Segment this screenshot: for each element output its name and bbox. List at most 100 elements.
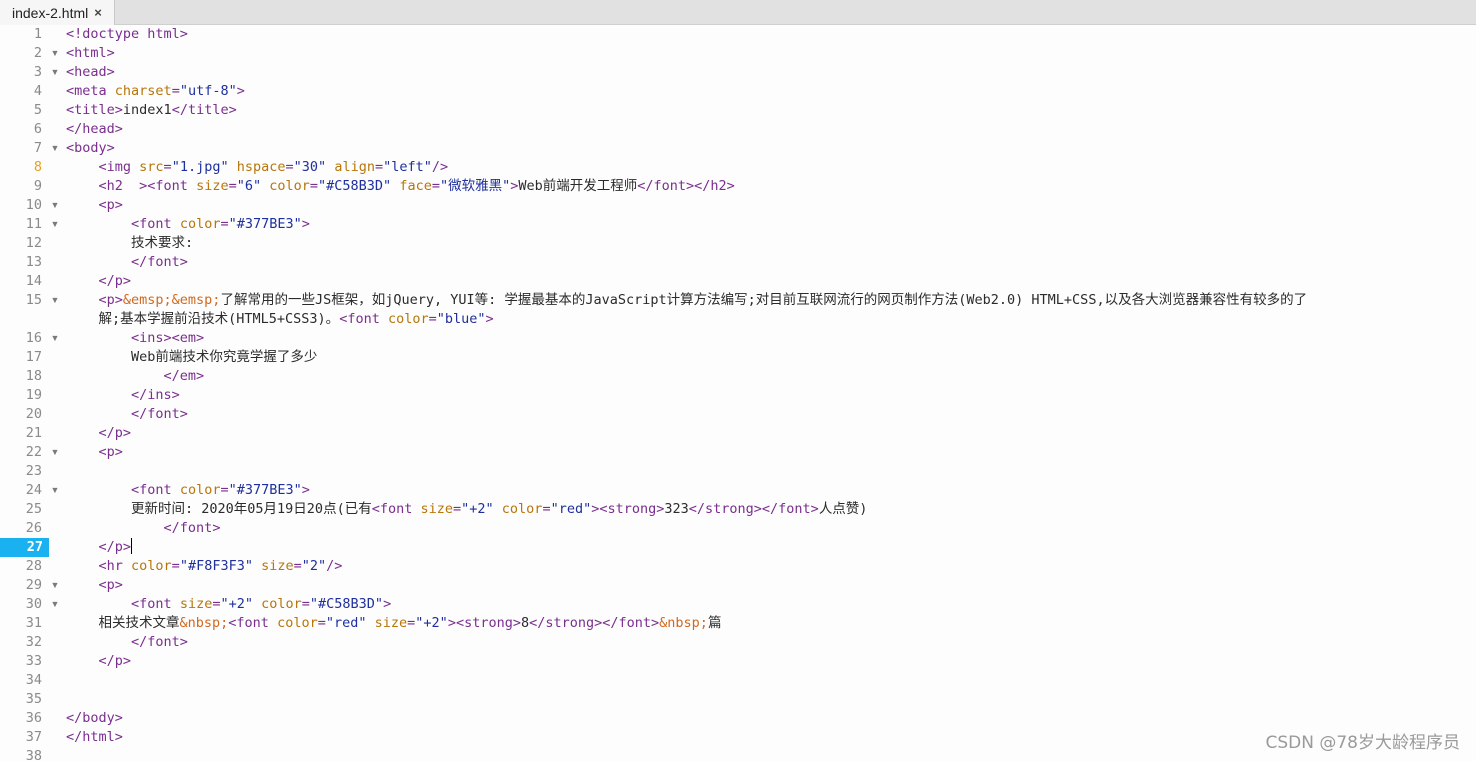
code-token: color xyxy=(179,216,221,232)
triangle-down-icon[interactable]: ▼ xyxy=(49,576,61,595)
tab-index-2[interactable]: index-2.html × xyxy=(0,0,115,25)
code-line[interactable]: 7 ▼ <body> xyxy=(0,139,1476,158)
line-number: 20 xyxy=(25,406,42,422)
code-line[interactable]: 14 </p> xyxy=(0,272,1476,291)
code-token: = xyxy=(453,501,462,517)
code-token: color xyxy=(261,596,302,612)
code-token: </title> xyxy=(171,102,237,118)
code-token: = xyxy=(171,558,180,574)
code-token: "blue" xyxy=(436,311,486,327)
code-line[interactable]: 28 <hr color="#F8F3F3" size="2"/> xyxy=(0,557,1476,576)
code-line[interactable]: 12 技术要求: xyxy=(0,234,1476,253)
code-token: size xyxy=(196,178,229,194)
code-line[interactable]: 37 </html> xyxy=(0,728,1476,747)
code-line[interactable]: 10 ▼ <p> xyxy=(0,196,1476,215)
code-line[interactable]: 23 xyxy=(0,462,1476,481)
code-line[interactable]: 25 更新时间: 2020年05月19日20点(已有<font size="+2… xyxy=(0,500,1476,519)
code-token: size xyxy=(261,558,294,574)
code-token: "red" xyxy=(325,615,367,631)
line-number: 17 xyxy=(25,349,42,365)
code-text: <img src="1.jpg" hspace="30" align="left… xyxy=(66,158,449,177)
code-line[interactable]: 5 <title>index1</title> xyxy=(0,101,1476,120)
code-token: > xyxy=(383,596,392,612)
code-line[interactable]: 11 ▼ <font color="#377BE3"> xyxy=(0,215,1476,234)
code-line[interactable]: 32 </font> xyxy=(0,633,1476,652)
close-icon[interactable]: × xyxy=(94,5,102,20)
code-text: 更新时间: 2020年05月19日20点(已有<font size="+2" c… xyxy=(66,500,867,519)
code-token: 技术要求: xyxy=(131,235,194,251)
triangle-down-icon[interactable]: ▼ xyxy=(49,291,61,310)
code-token: > xyxy=(301,482,310,498)
code-token: size xyxy=(374,615,408,631)
code-line[interactable]: 21 </p> xyxy=(0,424,1476,443)
triangle-down-icon[interactable]: ▼ xyxy=(49,44,61,63)
triangle-down-icon[interactable]: ▼ xyxy=(49,196,61,215)
code-token: "#377BE3" xyxy=(228,216,302,232)
triangle-down-icon[interactable]: ▼ xyxy=(49,139,61,158)
code-editor[interactable]: 1 <!doctype html> 2 ▼ <html> 3 ▼ <head> 4 <meta c… xyxy=(0,25,1476,761)
code-line[interactable]: 30 ▼ <font size="+2" color="#C58B3D"> xyxy=(0,595,1476,614)
code-line[interactable]: 26 </font> xyxy=(0,519,1476,538)
code-line[interactable]: 18 </em> xyxy=(0,367,1476,386)
code-token: &nbsp; xyxy=(179,615,229,631)
code-text: </p> xyxy=(66,424,132,443)
code-line[interactable]: 33 </p> xyxy=(0,652,1476,671)
code-token: ><strong> xyxy=(591,501,665,517)
code-line[interactable]: 38 xyxy=(0,747,1476,761)
code-line[interactable]: 19 </ins> xyxy=(0,386,1476,405)
code-line[interactable]: 31 相关技术文章&nbsp;<font color="red" size="+… xyxy=(0,614,1476,633)
triangle-down-icon[interactable]: ▼ xyxy=(49,329,61,348)
code-text: </font> xyxy=(66,253,188,272)
code-line[interactable]: 4 <meta charset="utf-8"> xyxy=(0,82,1476,101)
code-line[interactable]: 13 </font> xyxy=(0,253,1476,272)
triangle-down-icon[interactable]: ▼ xyxy=(49,215,61,234)
code-text: <title>index1</title> xyxy=(66,101,237,120)
code-token: </em> xyxy=(163,368,205,384)
code-token: color xyxy=(277,615,318,631)
code-text: <font color="#377BE3"> xyxy=(66,215,310,234)
code-line[interactable]: 8 <img src="1.jpg" hspace="30" align="le… xyxy=(0,158,1476,177)
line-number: 13 xyxy=(25,254,42,270)
code-token: <hr xyxy=(98,558,132,574)
code-token: = xyxy=(293,558,302,574)
code-line[interactable]: 17 Web前端技术你究竟学握了多少 xyxy=(0,348,1476,367)
code-token: </strong></font> xyxy=(529,615,660,631)
code-token: "+2" xyxy=(415,615,448,631)
code-token: "30" xyxy=(293,159,327,175)
code-line[interactable]: 24 ▼ <font color="#377BE3"> xyxy=(0,481,1476,500)
line-number: 26 xyxy=(25,520,42,536)
line-number xyxy=(0,310,44,329)
code-token: color xyxy=(269,178,310,194)
triangle-down-icon[interactable]: ▼ xyxy=(49,63,61,82)
code-line[interactable]: 35 xyxy=(0,690,1476,709)
code-line[interactable]: 29 ▼ <p> xyxy=(0,576,1476,595)
code-line[interactable]: 20 </font> xyxy=(0,405,1476,424)
code-token: 了解常用的一些JS框架，如jQuery, YUI等: 学握最基本的JavaScr… xyxy=(220,292,1308,308)
code-line[interactable]: 15 ▼ <p>&emsp;&emsp;了解常用的一些JS框架，如jQuery, … xyxy=(0,291,1476,310)
code-line[interactable]: 16 ▼ <ins><em> xyxy=(0,329,1476,348)
code-token: color xyxy=(131,558,172,574)
code-line[interactable]: 9 <h2 ><font size="6" color="#C58B3D" fa… xyxy=(0,177,1476,196)
code-text: <html> xyxy=(66,44,115,63)
triangle-down-icon[interactable]: ▼ xyxy=(49,443,61,462)
code-line[interactable]: 1 <!doctype html> xyxy=(0,25,1476,44)
code-line[interactable]: 36 </body> xyxy=(0,709,1476,728)
triangle-down-icon[interactable]: ▼ xyxy=(49,595,61,614)
code-token: <title> xyxy=(66,102,123,118)
code-token: <ins><em> xyxy=(131,330,205,346)
code-line[interactable]: 解;基本学握前沿技术(HTML5+CSS3)。<font color="blue… xyxy=(0,310,1476,329)
code-line[interactable]: 6 </head> xyxy=(0,120,1476,139)
line-number: 22 xyxy=(25,444,42,460)
code-text: <!doctype html> xyxy=(66,25,188,44)
code-token: <font xyxy=(131,596,180,612)
code-line[interactable]: 34 xyxy=(0,671,1476,690)
tab-title: index-2.html xyxy=(12,4,89,21)
code-line[interactable]: 27 </p> xyxy=(0,538,1476,557)
code-token: 相关技术文章 xyxy=(98,615,180,631)
code-token: </font> xyxy=(131,254,188,270)
triangle-down-icon[interactable]: ▼ xyxy=(49,481,61,500)
code-line[interactable]: 22 ▼ <p> xyxy=(0,443,1476,462)
code-token: = xyxy=(317,615,326,631)
code-line[interactable]: 2 ▼ <html> xyxy=(0,44,1476,63)
code-line[interactable]: 3 ▼ <head> xyxy=(0,63,1476,82)
